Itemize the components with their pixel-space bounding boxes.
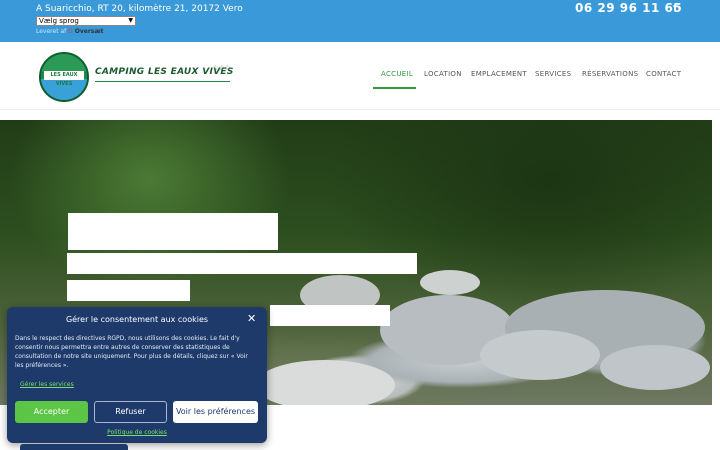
language-select-value: Vælg sprog — [39, 17, 79, 25]
hero-placeholder-block — [270, 305, 390, 326]
nav-item-services[interactable]: SERVICES — [535, 70, 571, 78]
cookie-policy-link[interactable]: Politique de cookies — [7, 429, 267, 436]
google-translate-link[interactable]: Oversæt — [75, 28, 104, 35]
logo-text: LES EAUX VIVES — [44, 71, 84, 87]
facebook-icon[interactable]: f — [673, 3, 677, 14]
phone-number[interactable]: 06 29 96 11 65 — [575, 1, 682, 15]
nav-item-contact[interactable]: CONTACT — [646, 70, 681, 78]
nav-item-reservations[interactable]: RÉSERVATIONS — [582, 70, 638, 78]
hero-placeholder-block — [67, 280, 190, 301]
bottom-tab[interactable] — [20, 444, 128, 450]
manage-services-link[interactable]: Gérer les services — [20, 381, 74, 388]
active-nav-indicator — [373, 87, 416, 89]
nav-item-accueil[interactable]: ACCUEIL — [381, 70, 413, 78]
star-rating-icon: ☆☆☆ — [212, 64, 231, 72]
site-logo[interactable]: LES EAUX VIVES — [39, 52, 89, 102]
address-text: A Suaricchio, RT 20, kilomètre 21, 20172… — [36, 4, 243, 14]
powered-by-text: Leveret af G Oversæt — [36, 28, 104, 35]
site-header: LES EAUX VIVES CAMPING LES EAUX VIVES ☆☆… — [0, 42, 720, 110]
nav-item-emplacement[interactable]: EMPLACEMENT — [471, 70, 527, 78]
hero-placeholder-block — [67, 253, 417, 274]
brand-underline — [95, 81, 230, 82]
cookie-consent-banner: Gérer le consentement aux cookies ✕ Dans… — [7, 307, 267, 443]
close-icon[interactable]: ✕ — [247, 312, 256, 325]
cookie-banner-title: Gérer le consentement aux cookies — [65, 315, 209, 324]
language-select[interactable]: Vælg sprog ▼ — [36, 16, 136, 26]
top-bar: A Suaricchio, RT 20, kilomètre 21, 20172… — [0, 0, 720, 42]
chevron-down-icon: ▼ — [128, 17, 133, 24]
refuse-button[interactable]: Refuser — [94, 401, 167, 423]
nav-item-location[interactable]: LOCATION — [424, 70, 462, 78]
accept-button[interactable]: Accepter — [15, 401, 88, 423]
preferences-button[interactable]: Voir les préférences — [173, 401, 258, 423]
hero-placeholder-block — [68, 213, 278, 250]
cookie-banner-text: Dans le respect des directives RGPD, nou… — [15, 335, 248, 369]
powered-by-prefix: Leveret af — [36, 28, 67, 35]
